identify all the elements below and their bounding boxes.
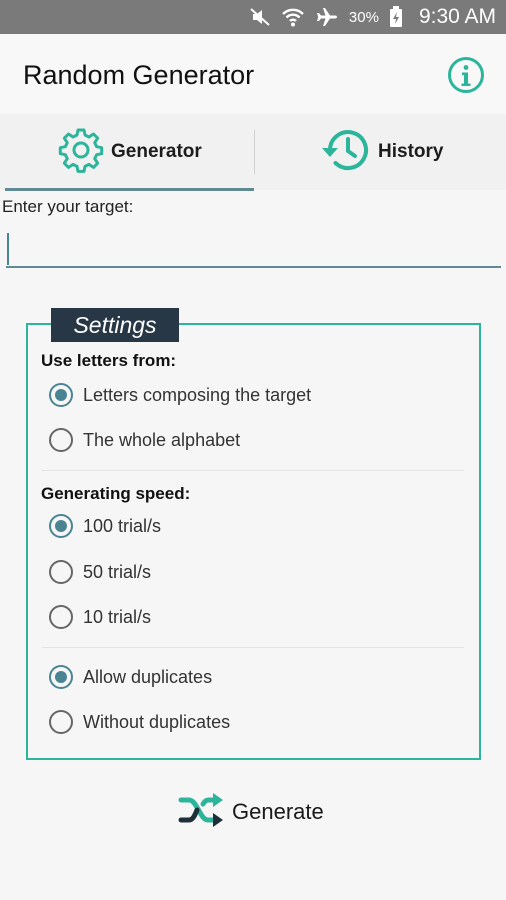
- target-input[interactable]: [6, 228, 501, 268]
- generate-button[interactable]: Generate: [178, 790, 324, 834]
- radio-label: The whole alphabet: [83, 429, 241, 450]
- radio-label: Without duplicates: [83, 711, 231, 732]
- wifi-icon: [281, 6, 305, 28]
- tab-generator[interactable]: Generator: [57, 114, 202, 190]
- radio-label: 100 trial/s: [83, 515, 162, 536]
- tab-indicator: [5, 188, 254, 191]
- radio-label: 50 trial/s: [83, 561, 152, 582]
- airplane-icon: [315, 6, 339, 28]
- info-icon: [448, 57, 484, 93]
- radio-label: 10 trial/s: [83, 606, 152, 627]
- app-title: Random Generator: [23, 60, 255, 90]
- radio-button[interactable]: [49, 605, 73, 629]
- text-cursor: [7, 233, 9, 265]
- radio-letters-target[interactable]: Letters composing the target: [49, 383, 311, 407]
- radio-button[interactable]: [49, 710, 73, 734]
- mute-icon: [249, 6, 271, 28]
- letters-heading: Use letters from:: [41, 351, 177, 370]
- shuffle-icon: [178, 790, 226, 835]
- divider: [42, 470, 464, 471]
- radio-speed-100[interactable]: 100 trial/s: [49, 514, 161, 538]
- radio-speed-50[interactable]: 50 trial/s: [49, 560, 151, 584]
- radio-allow-duplicates[interactable]: Allow duplicates: [49, 665, 212, 689]
- radio-button[interactable]: [49, 428, 73, 452]
- battery-icon: [389, 6, 403, 28]
- radio-button[interactable]: [49, 514, 73, 538]
- tab-generator-label: Generator: [111, 141, 202, 162]
- app-bar: Random Generator: [0, 34, 506, 114]
- tab-bar: Generator History: [0, 114, 506, 190]
- radio-label: Letters composing the target: [83, 384, 312, 405]
- tab-history[interactable]: History: [320, 114, 443, 190]
- target-label: Enter your target:: [2, 197, 134, 216]
- radio-without-duplicates[interactable]: Without duplicates: [49, 710, 230, 734]
- generate-label: Generate: [232, 799, 324, 824]
- settings-title: Settings: [51, 308, 179, 342]
- clock: 9:30 AM: [418, 5, 496, 28]
- status-bar: 30% 9:30 AM: [0, 0, 506, 34]
- radio-whole-alphabet[interactable]: The whole alphabet: [49, 428, 240, 452]
- radio-button[interactable]: [49, 560, 73, 584]
- info-button[interactable]: [447, 56, 485, 94]
- tab-history-label: History: [378, 141, 444, 162]
- radio-button[interactable]: [49, 665, 73, 689]
- gear-icon: [57, 126, 105, 179]
- radio-label: Allow duplicates: [83, 666, 213, 687]
- tab-divider: [254, 130, 255, 174]
- speed-heading: Generating speed:: [41, 484, 191, 503]
- radio-button[interactable]: [49, 383, 73, 407]
- history-icon: [320, 127, 372, 178]
- battery-percent: 30%: [348, 8, 379, 26]
- divider: [42, 647, 464, 648]
- radio-speed-10[interactable]: 10 trial/s: [49, 605, 151, 629]
